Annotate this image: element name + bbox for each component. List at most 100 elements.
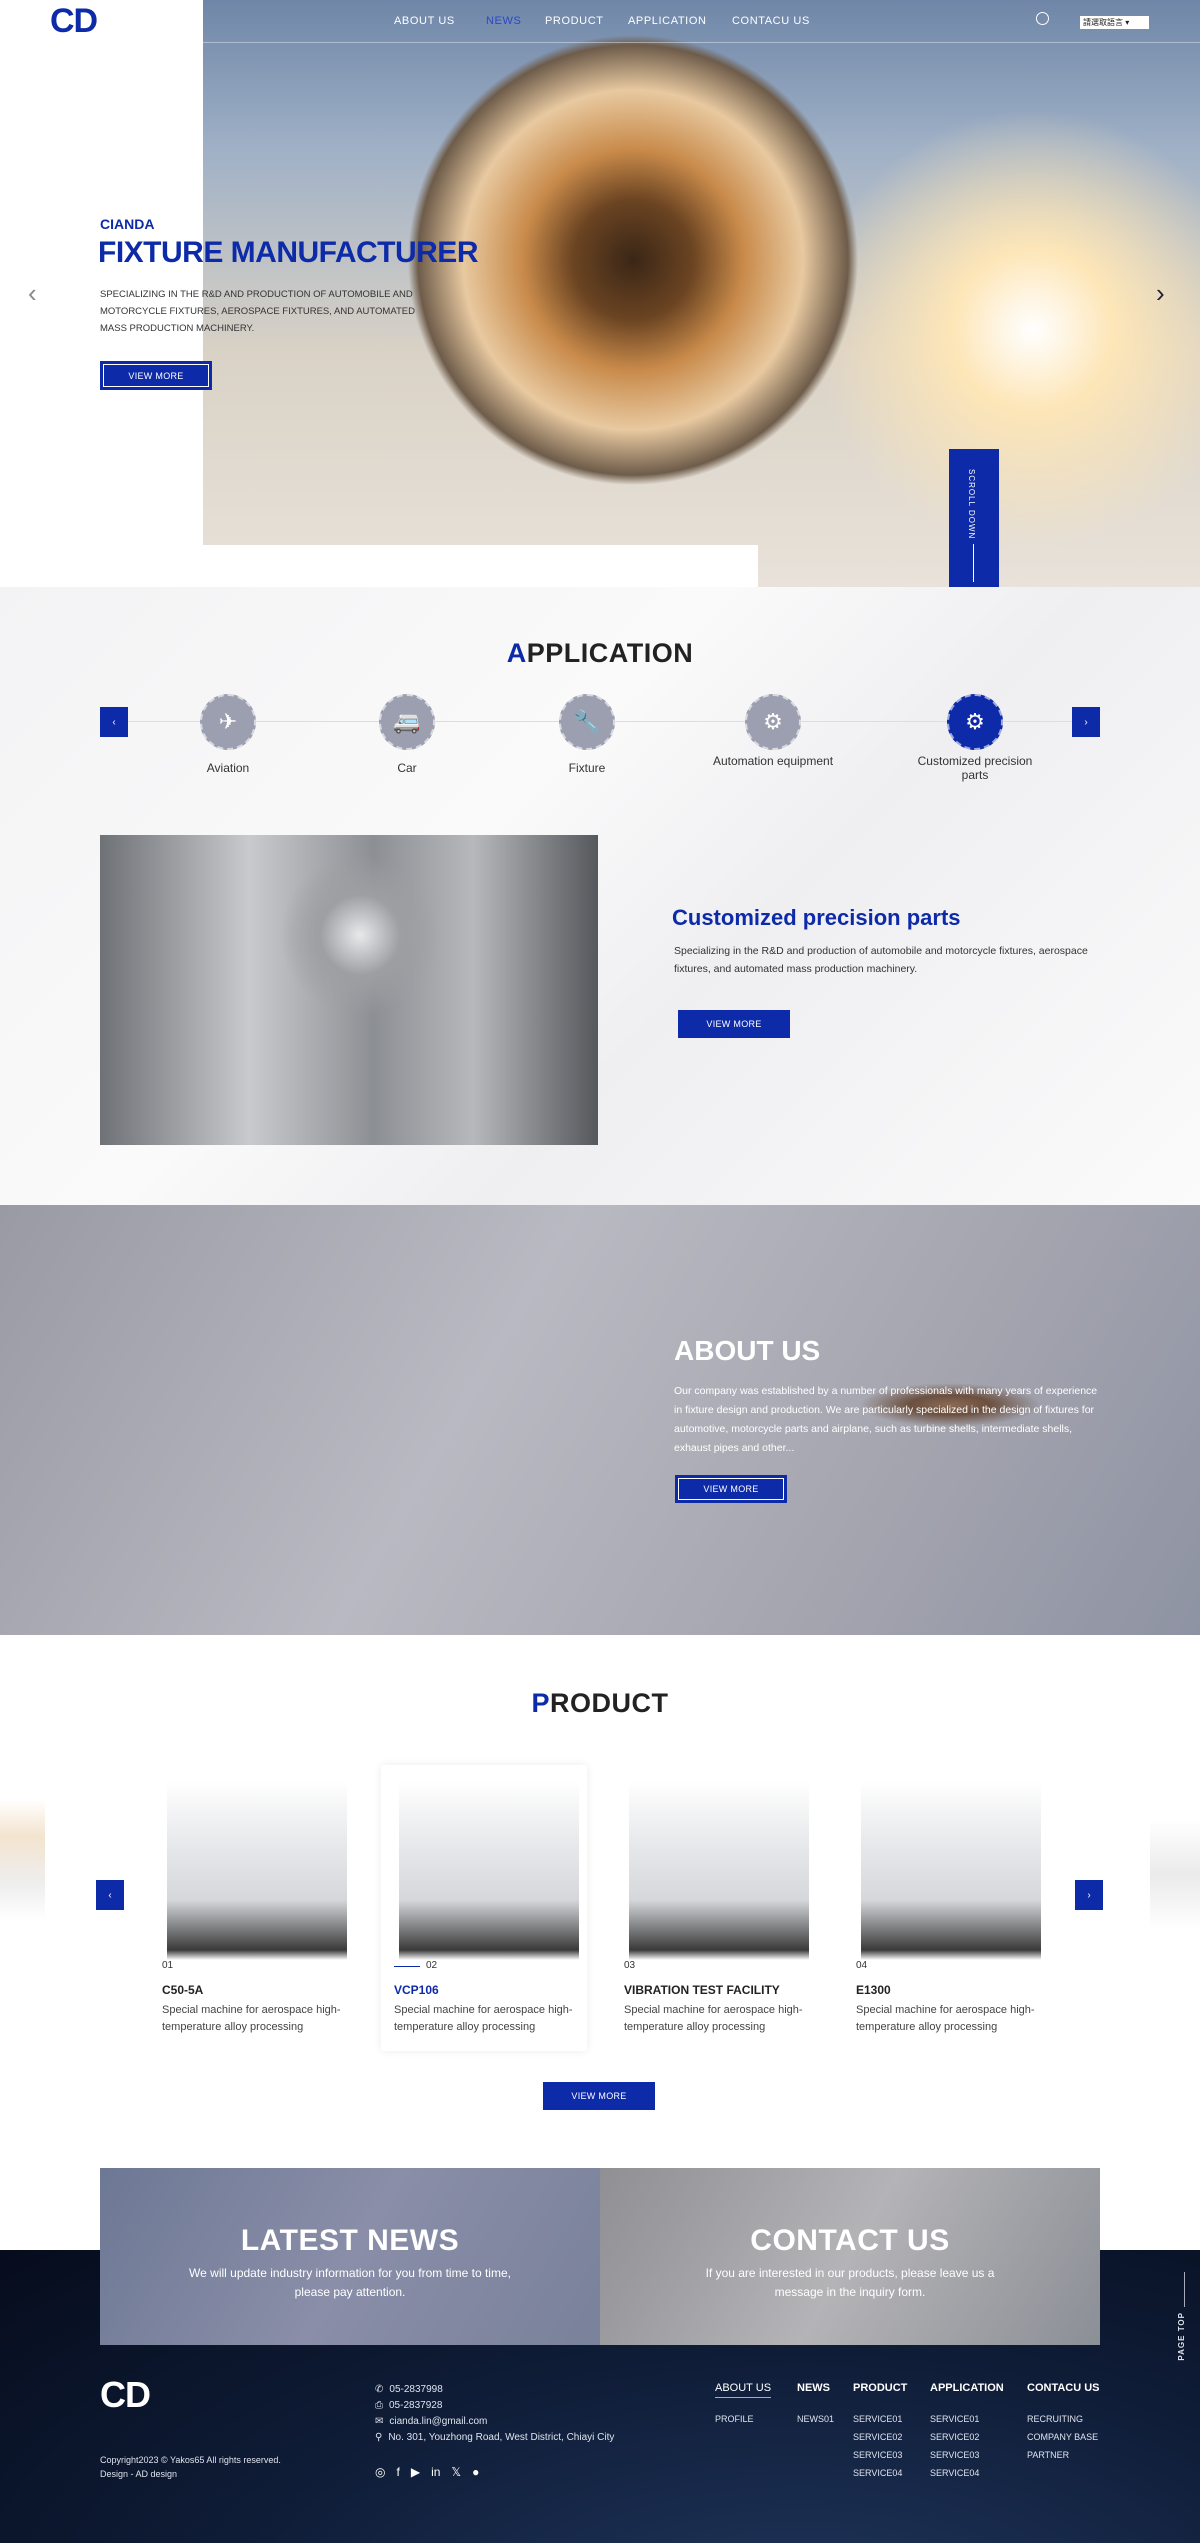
plane-icon: ✈ xyxy=(218,709,238,734)
footer-column: APPLICATION SERVICE01 SERVICE02 SERVICE03 SE… xyxy=(930,2382,1004,2486)
contact-banner-title: CONTACT US xyxy=(750,2224,950,2257)
footer-link[interactable]: SERVICE04 xyxy=(930,2468,1004,2478)
application-item-4[interactable]: ⚙ xyxy=(947,694,1003,750)
hero-title: FIXTURE MANUFACTURER xyxy=(98,236,479,269)
footer-column-title[interactable]: CONTACU US xyxy=(1027,2382,1100,2394)
social-links: ◎ f ▶ in 𝕏 ● xyxy=(375,2465,479,2479)
language-value: 請選取語言 xyxy=(1083,18,1123,27)
nav-contact[interactable]: CONTACU US xyxy=(732,15,810,27)
footer-column: PRODUCT SERVICE01 SERVICE02 SERVICE03 SERVIC… xyxy=(853,2382,907,2486)
nav-about[interactable]: ABOUT US xyxy=(394,15,455,27)
car-icon: 🚐 xyxy=(393,709,421,734)
application-prev-button[interactable]: ‹ xyxy=(100,707,128,737)
product-description: Special machine for aerospace high-tempe… xyxy=(394,2004,573,2033)
footer-link[interactable]: SERVICE02 xyxy=(930,2432,1004,2442)
hero-view-more-button[interactable]: VIEW MORE xyxy=(100,361,212,390)
product-title: PRODUCT xyxy=(531,1688,669,1718)
nav-news[interactable]: NEWS xyxy=(486,15,521,27)
application-item-label: Car xyxy=(397,761,417,775)
language-select[interactable]: 請選取語言 ▾ xyxy=(1080,16,1149,29)
hero-prev-arrow[interactable]: ‹ xyxy=(28,278,37,309)
scroll-down-label: SCROLL DOWN xyxy=(967,469,976,540)
product-number: 03 xyxy=(624,1960,636,1971)
footer-link[interactable]: SERVICE01 xyxy=(853,2414,907,2424)
product-peek-left xyxy=(0,1800,45,1920)
hero-eyebrow: CIANDA xyxy=(100,216,155,232)
precision-gear-icon: ⚙ xyxy=(965,709,985,734)
linkedin-icon[interactable]: in xyxy=(431,2465,440,2479)
product-next-button[interactable]: › xyxy=(1075,1880,1103,1910)
product-image[interactable] xyxy=(861,1780,1041,1980)
application-next-button[interactable]: › xyxy=(1072,707,1100,737)
footer-link[interactable]: RECRUITING xyxy=(1027,2414,1100,2424)
contact-us-banner[interactable]: CONTACT US If you are interested in our … xyxy=(600,2168,1100,2345)
application-item-1[interactable]: 🚐 xyxy=(379,694,435,750)
application-item-3[interactable]: ⚙ xyxy=(745,694,801,750)
footer-link[interactable]: SERVICE04 xyxy=(853,2468,907,2478)
footer-link[interactable]: SERVICE02 xyxy=(853,2432,907,2442)
product-prev-button[interactable]: ‹ xyxy=(96,1880,124,1910)
product-number: 04 xyxy=(856,1960,868,1971)
news-banner-desc: We will update industry information for … xyxy=(189,2266,511,2299)
x-icon[interactable]: 𝕏 xyxy=(451,2465,461,2479)
fax-icon: ⎙ xyxy=(375,2400,383,2411)
product-name: C50-5A xyxy=(162,1983,204,1997)
nav-application[interactable]: APPLICATION xyxy=(628,15,707,27)
hero-description: SPECIALIZING IN THE R&D AND PRODUCTION O… xyxy=(100,289,415,334)
footer-column-title[interactable]: NEWS xyxy=(797,2382,834,2394)
footer-column-title[interactable]: APPLICATION xyxy=(930,2382,1004,2394)
instagram-icon[interactable]: ◎ xyxy=(375,2465,385,2479)
footer-link[interactable]: COMPANY BASE xyxy=(1027,2432,1100,2442)
product-image[interactable] xyxy=(629,1780,809,1980)
product-image[interactable] xyxy=(399,1780,579,1980)
page-top-label: PAGE TOP xyxy=(1177,2312,1186,2361)
application-view-more-button[interactable]: VIEW MORE xyxy=(678,1010,790,1038)
nav-product[interactable]: PRODUCT xyxy=(545,15,604,27)
product-name: VIBRATION TEST FACILITY xyxy=(624,1983,780,1997)
latest-news-banner[interactable]: LATEST NEWS We will update industry info… xyxy=(100,2168,600,2345)
application-item-label: Customized precision parts xyxy=(917,754,1033,782)
scroll-down-button[interactable]: SCROLL DOWN xyxy=(949,449,999,587)
about-description: Our company was established by a number … xyxy=(674,1385,1098,1454)
footer-email[interactable]: ✉ cianda.lin@gmail.com xyxy=(375,2416,487,2427)
product-view-more-button[interactable]: VIEW MORE xyxy=(543,2082,655,2110)
copyright: Copyright2023 © Yakos65 All rights reser… xyxy=(100,2455,281,2465)
product-description: Special machine for aerospace high-tempe… xyxy=(624,2004,803,2033)
nav-divider xyxy=(203,42,1200,43)
footer-link[interactable]: PARTNER xyxy=(1027,2450,1100,2460)
footer-column: NEWS NEWS01 xyxy=(797,2382,834,2432)
news-banner-title: LATEST NEWS xyxy=(240,2224,460,2257)
application-image xyxy=(100,835,598,1145)
youtube-icon[interactable]: ▶ xyxy=(411,2465,420,2479)
gear-icon: ⚙ xyxy=(763,709,783,734)
footer-link[interactable]: SERVICE03 xyxy=(930,2450,1004,2460)
phone-icon: ✆ xyxy=(375,2384,384,2395)
product-image[interactable] xyxy=(167,1780,347,1980)
line-icon[interactable]: ● xyxy=(472,2465,479,2479)
application-item-label: Automation equipment xyxy=(712,754,834,768)
hero-next-arrow[interactable]: › xyxy=(1156,278,1165,309)
footer-column-title[interactable]: ABOUT US xyxy=(715,2382,772,2398)
page-top-line xyxy=(1184,2272,1185,2307)
footer-phone: ✆ 05-2837998 xyxy=(375,2384,443,2395)
application-item-label: Aviation xyxy=(206,761,250,775)
application-item-0[interactable]: ✈ xyxy=(200,694,256,750)
footer-link[interactable]: NEWS01 xyxy=(797,2414,834,2424)
footer-link[interactable]: SERVICE01 xyxy=(930,2414,1004,2424)
application-title: APPLICATION xyxy=(506,638,694,668)
about-view-more-button[interactable]: VIEW MORE xyxy=(675,1475,787,1503)
contact-banner-desc: If you are interested in our products, p… xyxy=(705,2266,995,2299)
product-description: Special machine for aerospace high-tempe… xyxy=(856,2004,1035,2033)
footer-link[interactable]: PROFILE xyxy=(715,2414,771,2424)
logo[interactable]: CD xyxy=(50,2,98,41)
application-item-2[interactable]: 🔧 xyxy=(559,694,615,750)
page-top-button[interactable]: PAGE TOP xyxy=(1177,2272,1191,2362)
active-indicator xyxy=(394,1966,420,1967)
footer-column-title[interactable]: PRODUCT xyxy=(853,2382,907,2394)
footer-logo[interactable]: CD xyxy=(100,2374,151,2416)
search-icon[interactable] xyxy=(1036,12,1049,25)
footer-column: ABOUT US PROFILE xyxy=(715,2382,772,2432)
facebook-icon[interactable]: f xyxy=(396,2465,399,2479)
footer-fax: ⎙ 05-2837928 xyxy=(375,2400,443,2411)
footer-link[interactable]: SERVICE03 xyxy=(853,2450,907,2460)
